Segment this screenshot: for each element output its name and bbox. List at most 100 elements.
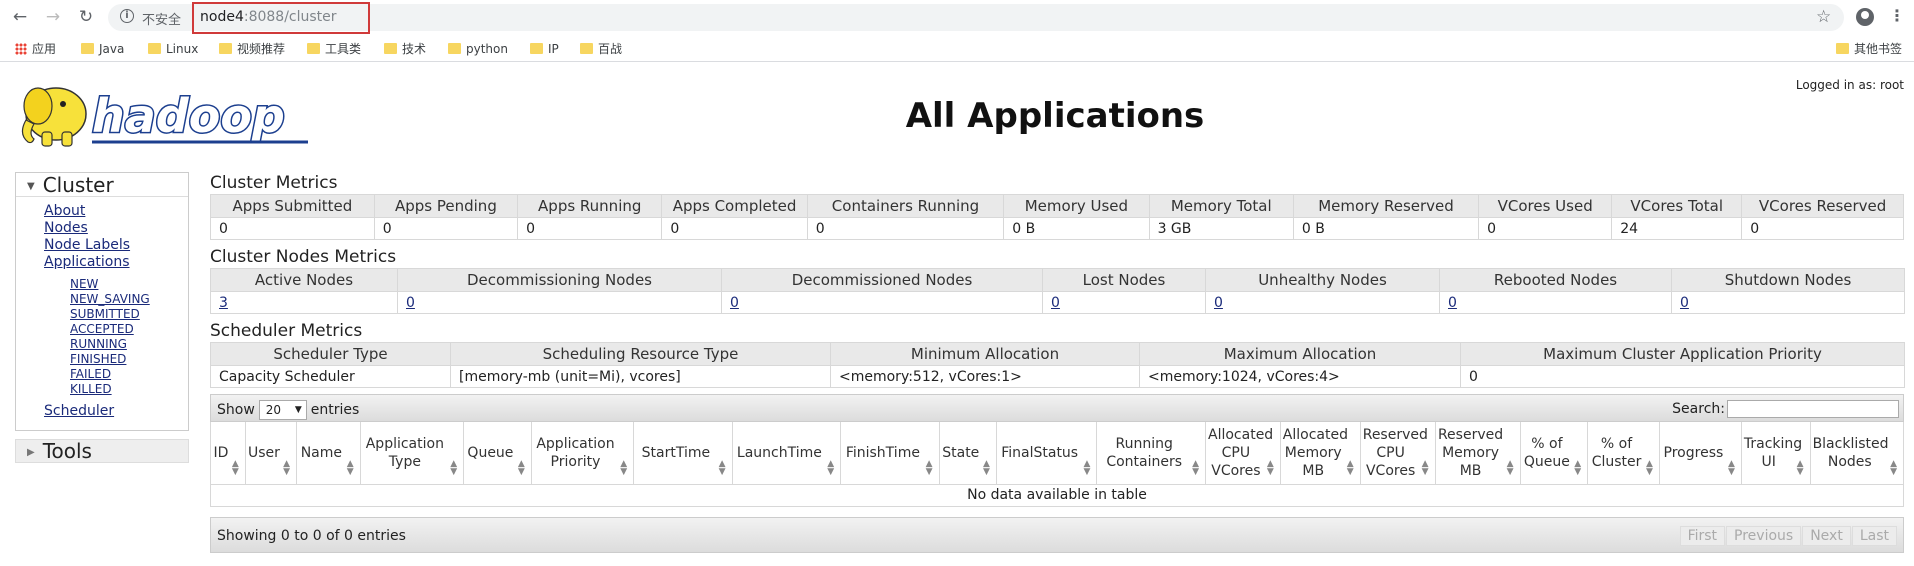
- state-new-link[interactable]: NEW: [70, 277, 188, 292]
- insecure-label: 不安全: [142, 13, 182, 28]
- column-header[interactable]: Queue ▲ ▼: [463, 422, 532, 485]
- column-header[interactable]: Tracking UI ▲ ▼: [1740, 422, 1811, 485]
- column-header[interactable]: ID ▲ ▼: [210, 422, 246, 485]
- column-header[interactable]: User ▲ ▼: [244, 422, 298, 485]
- account-icon[interactable]: [1856, 8, 1874, 26]
- nav-node-labels-link[interactable]: Node Labels: [44, 237, 188, 254]
- bookmark-label: 工具类: [325, 42, 362, 56]
- column-header[interactable]: FinalStatus ▲ ▼: [995, 422, 1098, 485]
- state-killed-link[interactable]: KILLED: [70, 382, 188, 397]
- column-label: Running Containers: [1106, 435, 1183, 470]
- metric-header: Apps Submitted: [210, 194, 375, 218]
- column-header[interactable]: State ▲ ▼: [938, 422, 997, 485]
- column-label: Tracking UI: [1743, 435, 1803, 470]
- bookmark-baizhan[interactable]: 百战: [578, 40, 622, 58]
- star-icon[interactable]: ☆: [1816, 7, 1831, 27]
- column-header[interactable]: Progress ▲ ▼: [1658, 422, 1742, 485]
- back-icon[interactable]: ←: [10, 7, 30, 27]
- sort-icon: ▲ ▼: [283, 458, 291, 477]
- search-input[interactable]: [1727, 400, 1899, 418]
- metric-header: VCores Total: [1611, 194, 1743, 218]
- node-metric-value: 0: [1439, 291, 1672, 314]
- node-metric-value-link[interactable]: 0: [1680, 295, 1689, 311]
- column-header[interactable]: Name ▲ ▼: [296, 422, 361, 485]
- nav-applications-link[interactable]: Applications: [44, 254, 188, 271]
- info-icon[interactable]: i: [120, 9, 134, 23]
- column-label: StartTime: [641, 444, 711, 461]
- column-header[interactable]: LaunchTime ▲ ▼: [731, 422, 842, 485]
- bookmark-ip[interactable]: IP: [528, 40, 559, 58]
- first-page-button[interactable]: First: [1679, 525, 1726, 546]
- node-metric-value-link[interactable]: 0: [1051, 295, 1060, 311]
- column-header[interactable]: Application Priority ▲ ▼: [530, 422, 635, 485]
- kebab-menu-icon[interactable]: ⋮: [1889, 6, 1905, 25]
- bookmark-apps[interactable]: 应用: [12, 40, 56, 58]
- state-failed-link[interactable]: FAILED: [70, 367, 188, 382]
- url-text[interactable]: node4:8088/cluster: [200, 9, 337, 25]
- column-header[interactable]: StartTime ▲ ▼: [633, 422, 733, 485]
- nav-scheduler-link[interactable]: Scheduler: [44, 403, 188, 420]
- column-label: Reserved CPU VCores: [1362, 426, 1428, 479]
- page-title: All Applications: [905, 96, 1205, 136]
- metric-header: Containers Running: [806, 194, 1005, 218]
- sort-icon: ▲ ▼: [1727, 458, 1735, 477]
- metric-header: VCores Reserved: [1741, 194, 1904, 218]
- column-header[interactable]: % of Queue ▲ ▼: [1519, 422, 1589, 485]
- folder-icon: [148, 43, 161, 54]
- cluster-header[interactable]: ▼ Cluster: [16, 173, 188, 197]
- scheduler-metric-header: Maximum Allocation: [1139, 342, 1461, 366]
- sort-icon: ▲ ▼: [1346, 458, 1354, 477]
- state-finished-link[interactable]: FINISHED: [70, 352, 188, 367]
- node-metric-value-link[interactable]: 3: [219, 295, 228, 311]
- applications-table: ID ▲ ▼ User ▲ ▼ Name ▲ ▼ Application Type ▲ ▼ Queue ▲…: [210, 422, 1905, 507]
- bookmark-tools[interactable]: 工具类: [305, 40, 361, 58]
- column-header[interactable]: Allocated Memory MB ▲ ▼: [1279, 422, 1361, 485]
- next-page-button[interactable]: Next: [1802, 525, 1851, 546]
- apps-grid-icon: [15, 43, 27, 55]
- table-controls: Show 20 ▼ entries Search:: [210, 394, 1904, 422]
- entries-select[interactable]: 20 ▼: [258, 400, 307, 420]
- metric-value: 0: [1741, 217, 1904, 240]
- sort-icon: ▲ ▼: [1574, 458, 1582, 477]
- node-metric-value-link[interactable]: 0: [730, 295, 739, 311]
- node-metric-value: 3: [210, 291, 398, 314]
- node-metric-value-link[interactable]: 0: [406, 295, 415, 311]
- column-header[interactable]: % of Cluster ▲ ▼: [1587, 422, 1660, 485]
- bookmark-linux[interactable]: Linux: [146, 40, 198, 58]
- bookmark-other[interactable]: 其他书签: [1834, 40, 1902, 58]
- show-label: Show: [217, 402, 255, 418]
- bookmark-label: python: [466, 42, 508, 56]
- sort-icon: ▲ ▼: [517, 458, 525, 477]
- column-header[interactable]: FinishTime ▲ ▼: [840, 422, 940, 485]
- state-running-link[interactable]: RUNNING: [70, 337, 188, 352]
- column-header[interactable]: Running Containers ▲ ▼: [1096, 422, 1206, 485]
- search-control: Search:: [1672, 400, 1899, 418]
- node-metric-value-link[interactable]: 0: [1448, 295, 1457, 311]
- state-new-saving-link[interactable]: NEW_SAVING: [70, 292, 188, 307]
- state-accepted-link[interactable]: ACCEPTED: [70, 322, 188, 337]
- url-path: :8088/cluster: [243, 9, 337, 25]
- browser-toolbar: ← → ↻ i 不安全 node4:8088/cluster ☆ ⋮: [0, 0, 1914, 34]
- state-submitted-link[interactable]: SUBMITTED: [70, 307, 188, 322]
- nav-nodes-link[interactable]: Nodes: [44, 220, 188, 237]
- bookmark-tech[interactable]: 技术: [382, 40, 426, 58]
- nav-about-link[interactable]: About: [44, 203, 188, 220]
- column-header[interactable]: Reserved Memory MB ▲ ▼: [1434, 422, 1521, 485]
- scheduler-metric-header: Maximum Cluster Application Priority: [1460, 342, 1905, 366]
- column-header[interactable]: Allocated CPU VCores ▲ ▼: [1205, 422, 1281, 485]
- bookmark-python[interactable]: python: [446, 40, 508, 58]
- bookmark-videos[interactable]: 视频推荐: [217, 40, 285, 58]
- previous-page-button[interactable]: Previous: [1726, 525, 1802, 546]
- node-metric-value-link[interactable]: 0: [1214, 295, 1223, 311]
- forward-icon[interactable]: →: [43, 7, 63, 27]
- folder-icon: [81, 43, 94, 54]
- column-label: % of Queue: [1523, 435, 1570, 470]
- scheduler-metric-value: Capacity Scheduler: [210, 365, 451, 388]
- column-header[interactable]: Reserved CPU VCores ▲ ▼: [1359, 422, 1436, 485]
- reload-icon[interactable]: ↻: [76, 7, 96, 27]
- bookmark-java[interactable]: Java: [79, 40, 124, 58]
- last-page-button[interactable]: Last: [1851, 525, 1897, 546]
- tools-header[interactable]: ▶ Tools: [15, 439, 189, 463]
- column-header[interactable]: Blacklisted Nodes ▲ ▼: [1809, 422, 1905, 485]
- column-header[interactable]: Application Type ▲ ▼: [359, 422, 465, 485]
